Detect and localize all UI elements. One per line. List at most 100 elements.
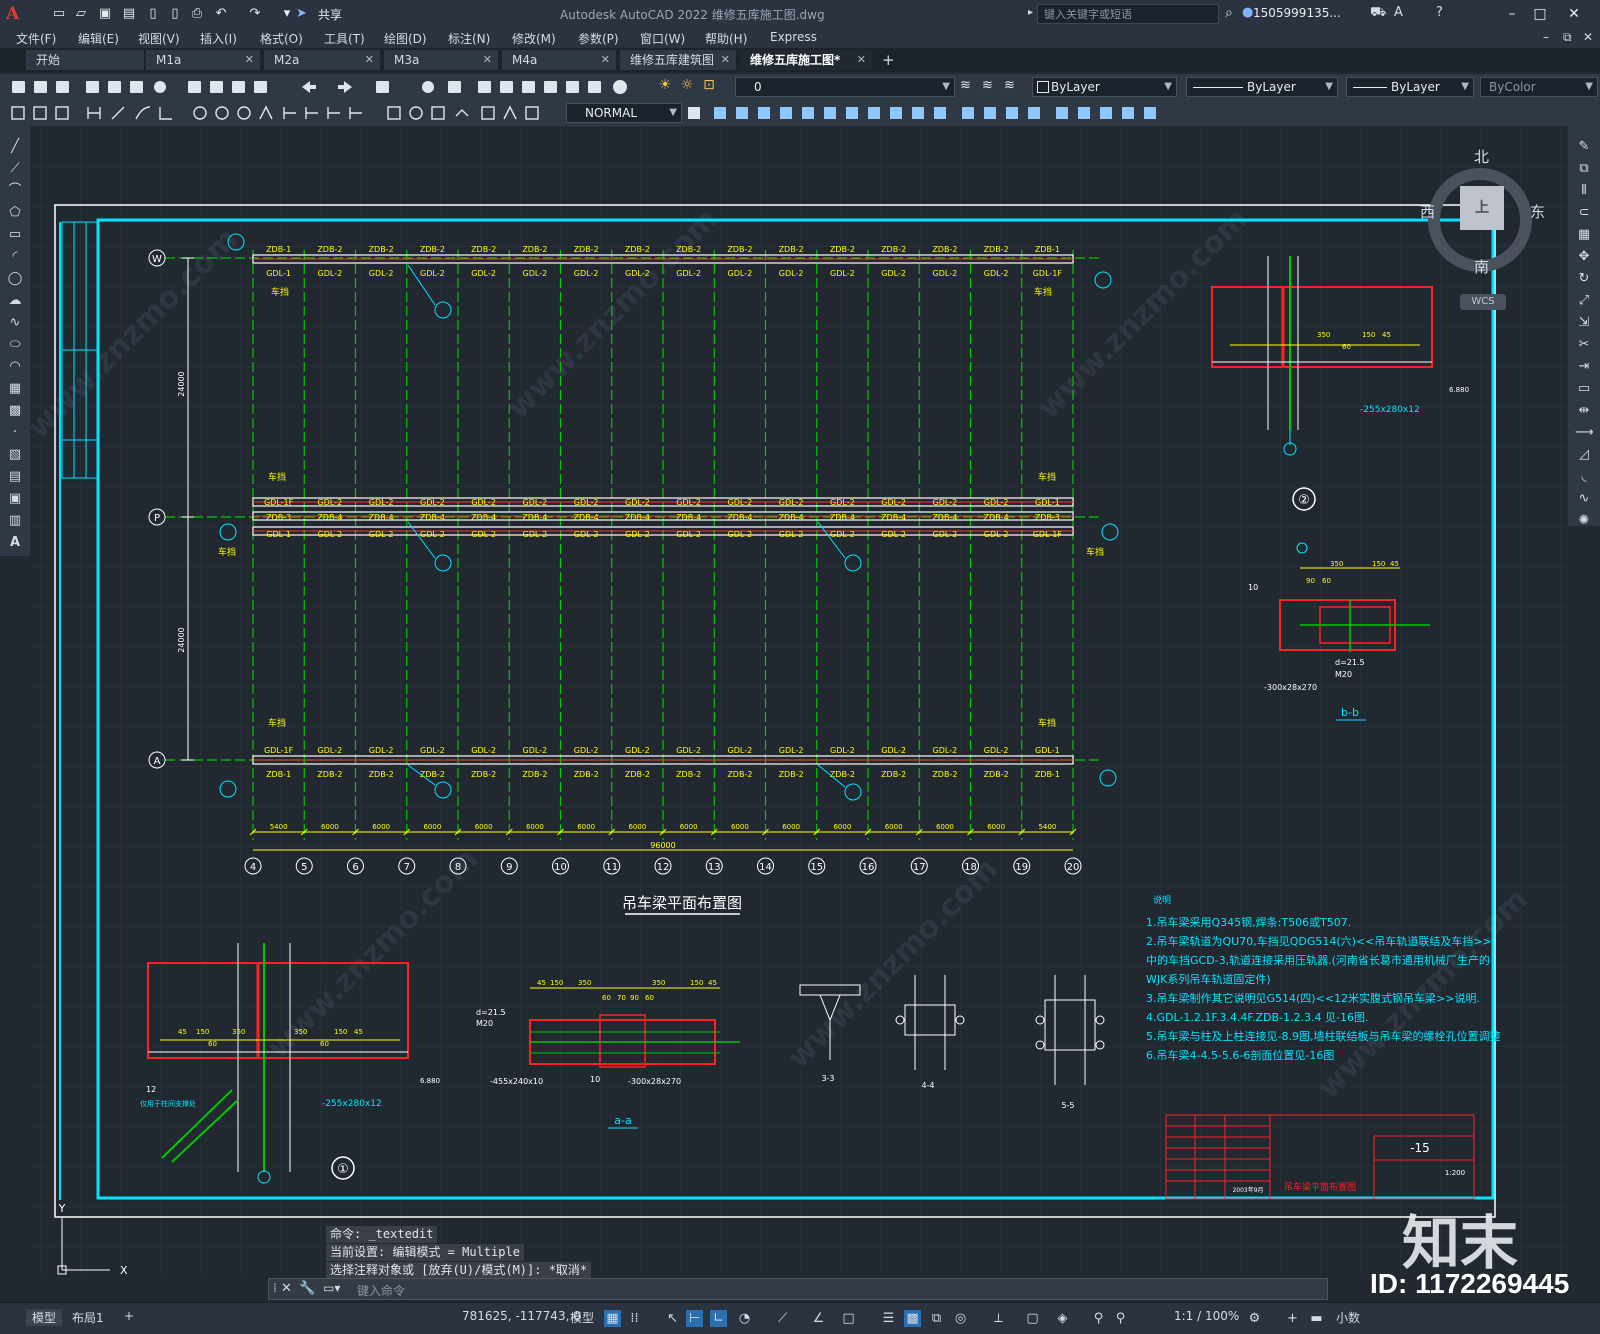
make-block-icon[interactable]: ▩ [6,402,24,420]
scale-tool-icon[interactable]: ⤢ [1575,292,1593,310]
color-dropdown[interactable]: ByLayer ▼ [1032,77,1177,97]
3dosnap-icon[interactable]: ◎ [952,1310,969,1327]
share-button[interactable]: 共享 [318,6,342,23]
extend-tool-icon[interactable]: ⇥ [1575,358,1593,376]
menu-express[interactable]: Express [770,30,817,44]
isodraft-icon[interactable]: ⟋ [774,1310,791,1327]
dynamic-ucs-icon[interactable]: ⟂ [990,1310,1007,1327]
line-icon[interactable]: ╱ [6,138,24,156]
auto-scale-icon[interactable]: ⚲ [1112,1310,1129,1327]
layer-previous-icon[interactable]: ≋ [982,78,1000,96]
export-icon[interactable]: ▯ [166,5,184,23]
arc-icon[interactable]: ◜ [6,248,24,266]
insert-block-icon[interactable]: ▦ [6,380,24,398]
point-icon[interactable]: · [6,424,24,442]
menu-draw[interactable]: 绘图(D) [384,30,427,47]
spline-icon[interactable]: ∿ [6,314,24,332]
plotstyle-dropdown[interactable]: ByColor ▼ [1480,77,1598,97]
close-tab-icon[interactable]: ✕ [601,50,610,70]
grip-icon[interactable]: ⁞ [273,1281,277,1295]
xline-icon[interactable]: ⟋ [6,160,24,178]
recent-commands-icon[interactable]: ▭▾ [323,1281,340,1295]
customize-icon[interactable]: ▾ [278,5,296,23]
tab-m4a[interactable]: M4a ✕ [502,50,616,70]
linetype-dropdown[interactable]: ByLayer ▼ [1186,77,1338,97]
layer-dropdown[interactable]: 0 ▼ [735,77,955,97]
ortho-icon[interactable]: ∟ [710,1310,727,1327]
tab-layout1[interactable]: 布局1 [72,1309,104,1326]
doc-minimize-icon[interactable]: – [1543,30,1549,44]
layer-properties-icon[interactable]: ☀ [655,77,675,97]
plot-icon[interactable]: ⎙ [188,5,206,23]
blend-tool-icon[interactable]: ∿ [1575,490,1593,508]
model-space-toggle[interactable]: 模型 [570,1309,594,1326]
menu-window[interactable]: 窗口(W) [640,30,685,47]
break-point-icon[interactable]: ⇹ [1575,402,1593,420]
units-readout[interactable]: 小数 [1336,1309,1360,1326]
infer-icon[interactable]: ↖ [664,1310,681,1327]
standard-tool-icons[interactable] [8,78,648,96]
viewcube-south[interactable]: 南 [1474,256,1489,277]
fillet-tool-icon[interactable]: ◟ [1575,468,1593,486]
open-icon[interactable]: ▱ [72,5,90,23]
osnap-icon[interactable]: □ [840,1310,857,1327]
polygon-icon[interactable]: ⬠ [6,204,24,222]
revcloud-icon[interactable]: ☁ [6,292,24,310]
selection-filter-icon[interactable]: ▢ [1024,1310,1041,1327]
save-icon[interactable]: ▣ [96,5,114,23]
region-icon[interactable]: ▣ [6,490,24,508]
share-icon[interactable]: ➤ [296,6,307,21]
chamfer-tool-icon[interactable]: ◿ [1575,446,1593,464]
annotation-visibility-icon[interactable]: ⚲ [1090,1310,1107,1327]
make-current-icon[interactable]: ≋ [960,78,978,96]
search-icon[interactable]: ⌕ [1225,5,1233,21]
tab-m2a[interactable]: M2a ✕ [264,50,380,70]
close-tab-icon[interactable]: ✕ [245,50,254,70]
copy-tool-icon[interactable]: ⧉ [1575,160,1593,178]
doc-restore-icon[interactable]: ⧉ [1563,30,1572,45]
modify-tool-icons[interactable] [686,104,1166,122]
close-tab-icon[interactable]: ✕ [857,50,866,70]
menu-modify[interactable]: 修改(M) [512,30,556,47]
search-input[interactable]: 键入关键字或短语 [1037,4,1219,24]
table-icon[interactable]: ▥ [6,512,24,530]
circle-icon[interactable]: ◯ [6,270,24,288]
close-tab-icon[interactable]: ✕ [721,50,730,70]
maximize-icon[interactable]: □ [1528,4,1552,24]
dimension-tool-icons[interactable] [8,104,564,122]
import-icon[interactable]: ▯ [144,5,162,23]
autocad-logo-icon[interactable]: A [6,4,28,24]
otrack-icon[interactable]: ∠ [810,1310,827,1327]
tab-model[interactable]: 模型 [26,1309,63,1326]
close-tab-icon[interactable]: ✕ [483,50,492,70]
layer-walk-icon[interactable]: ≋ [1004,78,1022,96]
layer-state-icon[interactable]: ☼ [677,77,697,97]
dynamic-input-icon[interactable]: ⊢ [686,1310,703,1327]
textstyle-dropdown[interactable]: NORMAL ▼ [566,103,682,123]
menu-format[interactable]: 格式(O) [260,30,303,47]
search-expand-icon[interactable]: ▸ [1028,7,1033,18]
menu-view[interactable]: 视图(V) [138,30,180,47]
wcs-menu[interactable]: WCS [1460,294,1506,310]
menu-dimension[interactable]: 标注(N) [448,30,490,47]
grid-icon[interactable]: ▦ [604,1310,621,1327]
break-tool-icon[interactable]: ▭ [1575,380,1593,398]
ellipse-arc-icon[interactable]: ◠ [6,358,24,376]
layer-lock-icon[interactable]: ⊡ [699,77,719,97]
new-icon[interactable]: ▭ [50,5,68,23]
hatch-tool-icon[interactable]: ▧ [6,446,24,464]
trim-tool-icon[interactable]: ✂ [1575,336,1593,354]
autodesk-app-icon[interactable]: A [1394,5,1403,20]
close-icon[interactable]: ✕ [1562,4,1586,24]
array-tool-icon[interactable]: ▦ [1575,226,1593,244]
help-icon[interactable]: ? [1436,5,1443,20]
cart-icon[interactable]: ⛟ [1370,5,1386,22]
explode-tool-icon[interactable]: ✺ [1575,512,1593,530]
units-icon[interactable]: ▬ [1308,1310,1325,1327]
rotate-tool-icon[interactable]: ↻ [1575,270,1593,288]
gizmo-icon[interactable]: ◈ [1054,1310,1071,1327]
menu-tools[interactable]: 工具(T) [324,30,365,47]
new-tab-button[interactable]: + [882,51,895,69]
tab-m3a[interactable]: M3a ✕ [384,50,498,70]
user-account[interactable]: 1505999135... [1253,6,1341,20]
